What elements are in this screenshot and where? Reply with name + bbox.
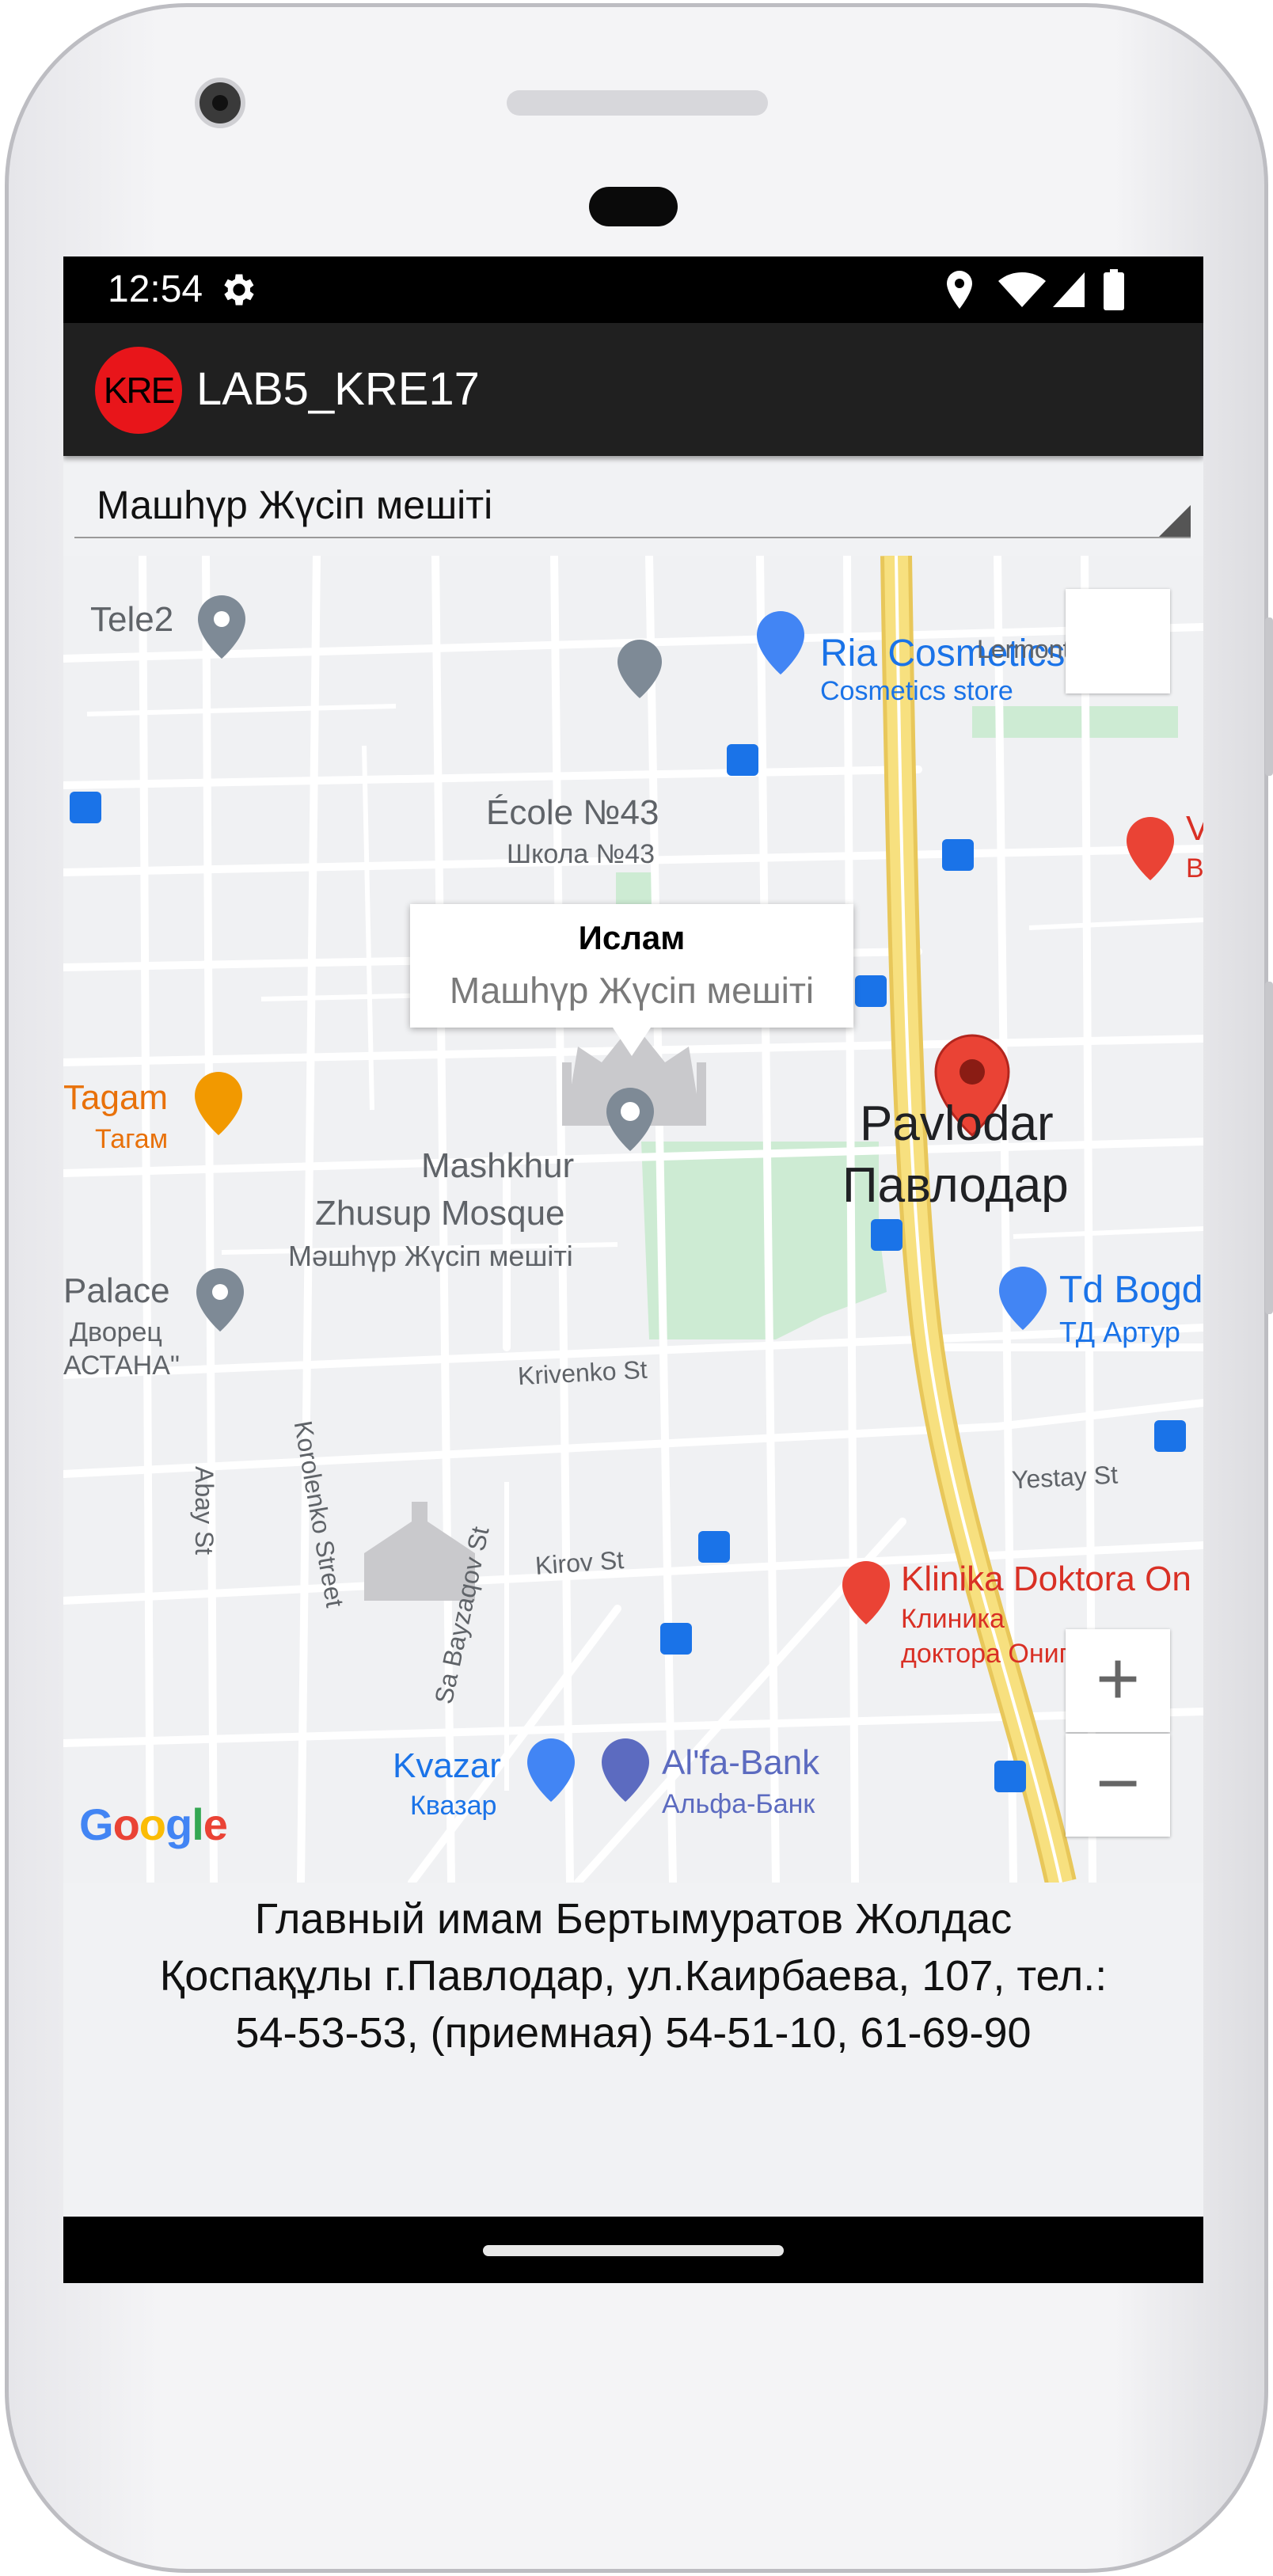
map-label-kirov: Kirov St <box>534 1545 625 1580</box>
map-label-tdbogd: Td Bogd <box>1059 1269 1203 1311</box>
app-logo: KRE <box>95 347 182 434</box>
map-label-tagam-sub: Тагам <box>95 1124 169 1154</box>
place-spinner[interactable]: Машһүр Жүсіп мешіті <box>74 464 1191 538</box>
front-camera <box>195 78 245 128</box>
map-label-abay: Abay St <box>190 1466 218 1556</box>
status-time: 12:54 <box>108 268 203 310</box>
map-label-pavlodar: Pavlodar <box>860 1096 1054 1151</box>
map-label-klinika-sub-1: Клиника <box>901 1604 1005 1634</box>
plus-icon: + <box>1095 1636 1141 1721</box>
map-label-kvazar-sub: Квазар <box>410 1791 497 1821</box>
gear-icon <box>224 274 254 306</box>
map-label-klinika: Klinika Doktora On <box>901 1560 1191 1598</box>
map-label-alfa-sub: Альфа-Банк <box>662 1789 815 1819</box>
volume-button <box>1265 982 1273 1314</box>
map-label-pavlodar-ru: Павлодар <box>842 1158 1069 1213</box>
street <box>86 704 397 716</box>
navigation-bar <box>63 2217 1203 2283</box>
spinner-selected-value: Машһүр Жүсіп мешіті <box>97 483 493 527</box>
street <box>1028 918 1203 930</box>
map-label-palace-sub-2: АСТАНА" <box>63 1351 180 1381</box>
map-label-tagam: Tagam <box>63 1078 169 1117</box>
info-window-snippet: Машһүр Жүсіп мешіті <box>449 970 815 1011</box>
app-title: LAB5_KRE17 <box>196 363 480 415</box>
mosque-minaret <box>562 1062 572 1126</box>
app-bar: KRE LAB5_KRE17 <box>63 323 1203 456</box>
location-icon <box>947 271 972 309</box>
main-road <box>884 556 1073 1883</box>
zoom-out-button[interactable]: − <box>1066 1734 1170 1837</box>
street <box>1013 1226 1203 1239</box>
place-description: Главный имам Бертымуратов Жолдас Қоспақұ… <box>63 1890 1203 2061</box>
map-label-ecole: École №43 <box>486 793 659 832</box>
home-gesture-handle[interactable] <box>483 2245 784 2256</box>
screen: 12:54 KRE LAB5_KRE17 Машһүр Жүсіп мешіті <box>63 256 1203 2283</box>
street <box>139 556 154 1883</box>
map-label-tele2: Tele2 <box>90 600 174 639</box>
dropdown-arrow-icon <box>1159 505 1191 537</box>
signal-icon <box>1053 272 1085 307</box>
map-view[interactable]: Tele2 Ria Cosmetics Cosmetics store Lerm… <box>63 556 1203 1883</box>
map-label-ecole-sub: Школа №43 <box>507 839 656 869</box>
map-label-mashkhur-2: Zhusup Mosque <box>315 1194 565 1233</box>
map-label-yestay: Yestay St <box>1011 1460 1119 1495</box>
minus-icon: − <box>1095 1741 1141 1826</box>
map-label-mashkhur-1: Mashkhur <box>421 1146 575 1185</box>
wifi-icon <box>998 272 1046 307</box>
map-label-tdbogd-sub: ТД Артур <box>1059 1316 1180 1348</box>
mosque-minaret <box>697 1062 706 1126</box>
map-label-ria-sub: Cosmetics store <box>820 676 1013 706</box>
map-label-alfa: Al'fa-Bank <box>662 1743 820 1782</box>
map-label-palace-sub-1: Дворец <box>70 1317 162 1347</box>
battery-icon <box>1104 269 1124 310</box>
map-label-palace: Palace <box>63 1271 170 1310</box>
street <box>843 556 859 1883</box>
info-window-title: Ислам <box>578 919 686 956</box>
status-bar: 12:54 <box>63 256 1203 323</box>
description-line-3: 54-53-53, (приемная) 54-51-10, 61-69-90 <box>235 2009 1032 2057</box>
description-line-2: Қоспақұлы г.Павлодар, ул.Каирбаева, 107,… <box>159 1952 1108 2000</box>
zoom-in-button[interactable]: + <box>1066 1629 1170 1732</box>
my-location-button[interactable] <box>1066 589 1170 693</box>
description-line-1: Главный имам Бертымуратов Жолдас <box>254 1895 1013 1943</box>
top-speaker <box>507 90 768 116</box>
map-label-v: V <box>1186 809 1203 848</box>
map-label-mashkhur-sub: Мәшһүр Жүсіп мешіті <box>288 1240 573 1272</box>
map-label-v-sub: В <box>1186 853 1203 883</box>
street <box>63 766 922 789</box>
power-button <box>1265 617 1273 776</box>
street <box>202 556 218 1883</box>
marker-info-window[interactable]: Ислам Машһүр Жүсіп мешіті <box>410 904 853 1056</box>
google-logo: Google <box>79 1799 228 1849</box>
earpiece <box>589 187 678 226</box>
map-label-kvazar: Kvazar <box>393 1746 501 1785</box>
street <box>297 556 321 1883</box>
map-canvas <box>63 556 1203 1883</box>
